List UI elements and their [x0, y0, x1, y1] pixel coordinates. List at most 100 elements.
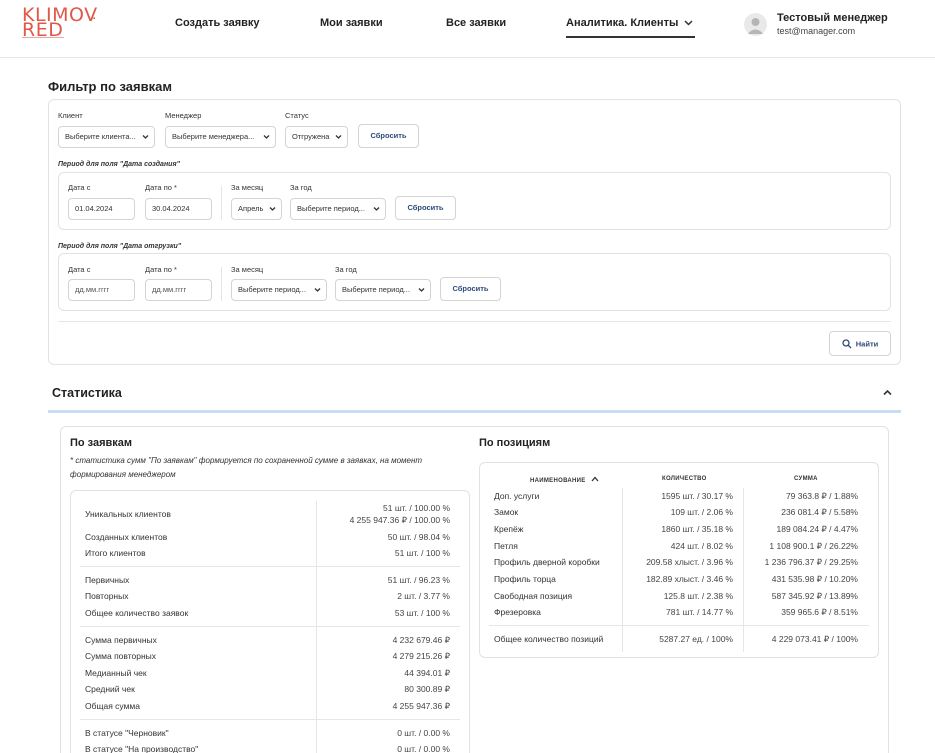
by-orders-column-divider — [316, 501, 317, 753]
shipped-date-from-label: Дата с — [68, 265, 91, 274]
chevron-down-icon — [335, 135, 342, 139]
shipped-date-to-label: Дата по * — [145, 265, 177, 274]
shipped-date-from-input[interactable]: дд.мм.гггг — [68, 279, 135, 301]
position-qty: 1860 шт. / 35.18 % — [661, 524, 733, 534]
logo-dot: . — [92, 6, 97, 23]
client-select[interactable]: Выберите клиента... — [58, 126, 155, 148]
reset-filter-button[interactable]: Сбросить — [358, 124, 419, 148]
draft-status-label: В статусе "Черновик" — [85, 728, 169, 738]
column-header-name[interactable]: НАИМЕНОВАНИЕ — [530, 476, 599, 484]
orders-divider-3 — [80, 719, 460, 720]
shipped-month-value: Выберите период... — [238, 285, 306, 294]
column-header-sum[interactable]: СУММА — [794, 476, 818, 482]
position-sum: 1 236 796.37 ₽ / 29.25% — [764, 557, 858, 567]
average-check-value: 80 300.89 ₽ — [404, 684, 450, 694]
created-month-select[interactable]: Апрель — [231, 198, 282, 220]
position-name: Петля — [494, 541, 518, 551]
manager-label: Менеджер — [165, 111, 202, 120]
position-sum: 359 965.6 ₽ / 8.51% — [781, 607, 858, 617]
position-sum: 189 084.24 ₽ / 4.47% — [776, 524, 859, 534]
position-name: Фрезеровка — [494, 607, 541, 617]
average-check-label: Средний чек — [85, 684, 135, 694]
position-name: Профиль торца — [494, 574, 556, 584]
top-header: KLIMOV RED . Создать заявку Мои заявки В… — [0, 0, 935, 58]
statistics-title: Статистика — [52, 386, 122, 400]
position-sum: 1 108 900.1 ₽ / 26.22% — [769, 541, 858, 551]
manager-select[interactable]: Выберите менеджера... — [165, 126, 276, 148]
reset-created-period-button[interactable]: Сбросить — [395, 196, 456, 220]
nav-all-requests[interactable]: Все заявки — [446, 17, 506, 29]
total-sum-label: Общая сумма — [85, 701, 140, 711]
nav-my-requests[interactable]: Мои заявки — [320, 17, 383, 29]
position-name: Доп. услуги — [494, 491, 540, 501]
chevron-down-icon — [269, 207, 276, 211]
by-positions-title: По позициям — [479, 437, 551, 449]
orders-divider-1 — [80, 566, 460, 567]
primary-sum-label: Сумма первичных — [85, 635, 157, 645]
manager-select-value: Выберите менеджера... — [172, 132, 255, 141]
positions-total-label: Общее количество позиций — [494, 634, 604, 644]
created-month-value: Апрель — [238, 204, 264, 213]
unique-clients-value: 51 шт. / 100.00 % — [383, 503, 450, 513]
shipped-month-label: За месяц — [231, 265, 264, 274]
primary-label: Первичных — [85, 575, 130, 585]
position-name: Замок — [494, 507, 519, 517]
position-sum: 236 081.4 ₽ / 5.58% — [781, 507, 858, 517]
logo-underline — [22, 37, 64, 38]
created-clients-value: 50 шт. / 98.04 % — [387, 532, 450, 542]
created-date-to-label: Дата по * — [145, 183, 177, 192]
shipped-divider — [221, 267, 222, 301]
shipped-year-label: За год — [335, 265, 357, 274]
position-sum: 431 535.98 ₽ / 10.20% — [771, 574, 858, 584]
company-logo[interactable]: KLIMOV RED . — [22, 6, 102, 40]
position-qty: 109 шт. / 2.06 % — [670, 507, 733, 517]
client-select-value: Выберите клиента... — [65, 132, 136, 141]
total-sum-value: 4 255 947.36 ₽ — [392, 701, 450, 711]
position-qty: 781 шт. / 14.77 % — [666, 607, 733, 617]
column-header-name-label: НАИМЕНОВАНИЕ — [530, 478, 586, 484]
shipped-month-select[interactable]: Выберите период... — [231, 279, 327, 301]
position-name: Крепёж — [494, 524, 524, 534]
created-year-value: Выберите период... — [297, 204, 365, 213]
user-avatar-icon[interactable] — [744, 13, 767, 36]
created-date-from-input[interactable]: 01.04.2024 — [68, 198, 135, 220]
chevron-down-icon — [263, 135, 270, 139]
created-year-select[interactable]: Выберите период... — [290, 198, 386, 220]
by-orders-title: По заявкам — [70, 437, 133, 449]
filter-title: Фильтр по заявкам — [48, 79, 172, 94]
statistics-divider — [48, 410, 901, 413]
created-date-to-input[interactable]: 30.04.2024 — [145, 198, 212, 220]
created-year-label: За год — [290, 183, 312, 192]
find-button[interactable]: Найти — [829, 331, 891, 356]
user-name: Тестовый менеджер — [777, 12, 888, 24]
filter-divider — [58, 321, 891, 322]
shipped-period-title: Период для поля "Дата отгрузки" — [58, 243, 182, 250]
nav-create-request[interactable]: Создать заявку — [175, 17, 260, 29]
column-header-quantity[interactable]: КОЛИЧЕСТВО — [662, 476, 707, 482]
primary-sum-value: 4 232 679.46 ₽ — [392, 635, 450, 645]
nav-analytics-clients[interactable]: Аналитика. Клиенты — [566, 17, 696, 38]
chevron-down-icon — [418, 288, 425, 292]
chevron-down-icon — [142, 135, 149, 139]
position-name: Профиль дверной коробки — [494, 557, 600, 567]
positions-column-divider-1 — [622, 488, 623, 652]
median-check-value: 44 394.01 ₽ — [404, 668, 450, 678]
shipped-year-select[interactable]: Выберите период... — [335, 279, 431, 301]
chevron-up-icon[interactable] — [883, 389, 892, 396]
position-sum: 587 345.92 ₽ / 13.89% — [771, 591, 858, 601]
total-orders-label: Общее количество заявок — [85, 608, 189, 618]
position-qty: 209.58 хлыст. / 3.96 % — [646, 557, 733, 567]
find-button-label: Найти — [855, 339, 879, 349]
chevron-down-icon — [373, 207, 380, 211]
sort-up-icon — [591, 476, 599, 482]
position-name: Свободная позиция — [494, 591, 573, 601]
shipped-date-to-input[interactable]: дд.мм.гггг — [145, 279, 212, 301]
reset-shipped-period-button[interactable]: Сбросить — [440, 277, 501, 301]
total-orders-value: 53 шт. / 100 % — [394, 608, 450, 618]
repeat-sum-label: Сумма повторных — [85, 651, 157, 661]
status-select[interactable]: Отгружена — [285, 126, 348, 148]
repeat-label: Повторных — [85, 591, 129, 601]
position-sum: 79 363.8 ₽ / 1.88% — [785, 491, 858, 501]
repeat-sum-value: 4 279 215.26 ₽ — [392, 651, 450, 661]
created-month-label: За месяц — [231, 183, 264, 192]
